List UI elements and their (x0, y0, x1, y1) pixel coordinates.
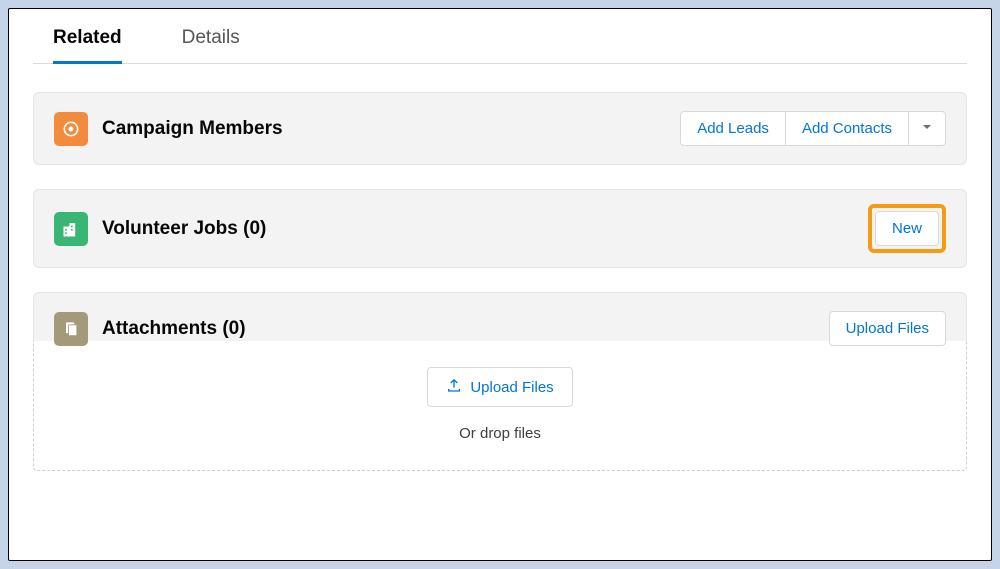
new-button[interactable]: New (875, 211, 939, 246)
card-title-volunteer-jobs: Volunteer Jobs (0) (102, 218, 868, 240)
upload-icon (446, 377, 462, 397)
card-area: Campaign Members Add Leads Add Contacts (33, 64, 967, 471)
add-contacts-button[interactable]: Add Contacts (785, 111, 909, 146)
tab-bar: Related Details (33, 19, 967, 64)
new-button-highlight: New (868, 204, 946, 253)
campaign-members-icon (54, 112, 88, 146)
chevron-down-icon (921, 121, 933, 136)
drop-files-text: Or drop files (34, 425, 966, 442)
tab-related[interactable]: Related (53, 19, 122, 63)
campaign-members-more-button[interactable] (908, 111, 946, 146)
attachments-icon (54, 312, 88, 346)
upload-files-inline-label: Upload Files (470, 379, 553, 396)
campaign-members-actions: Add Leads Add Contacts (680, 111, 946, 146)
card-campaign-members: Campaign Members Add Leads Add Contacts (33, 92, 967, 165)
card-title-attachments: Attachments (0) (102, 318, 829, 340)
volunteer-jobs-icon (54, 212, 88, 246)
upload-files-button[interactable]: Upload Files (829, 311, 946, 346)
card-volunteer-jobs: Volunteer Jobs (0) New (33, 189, 967, 268)
attachments-dropzone[interactable]: Upload Files Or drop files (33, 341, 967, 471)
upload-files-inline-button[interactable]: Upload Files (427, 367, 572, 407)
add-leads-button[interactable]: Add Leads (680, 111, 786, 146)
related-panel: Related Details Campaign Members Add Lea… (8, 8, 992, 561)
card-title-campaign-members: Campaign Members (102, 118, 680, 140)
tab-details[interactable]: Details (182, 19, 240, 63)
